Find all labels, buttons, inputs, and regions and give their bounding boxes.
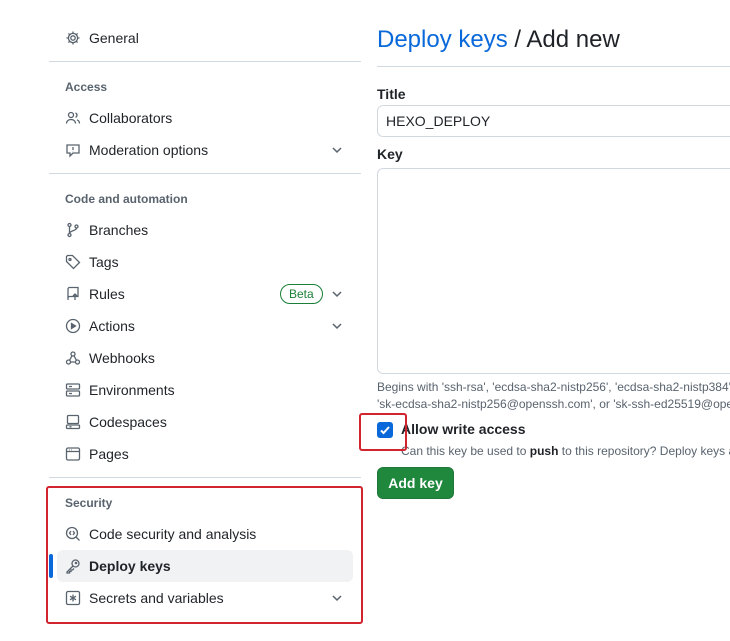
chevron-down-icon[interactable] (329, 286, 345, 302)
sidebar-item-label: Moderation options (89, 142, 209, 158)
allow-write-label[interactable]: Allow write access (401, 421, 526, 437)
sidebar-item-label: Branches (89, 222, 149, 238)
add-key-button[interactable]: Add key (377, 467, 454, 499)
sidebar-item-label: Tags (89, 254, 119, 270)
page-title: Deploy keys / Add new (377, 26, 620, 54)
sidebar-item-label: Environments (89, 382, 175, 398)
sidebar-item-label: General (89, 30, 139, 46)
sidebar-item-label: Codespaces (89, 414, 167, 430)
deploy-keys-link[interactable]: Deploy keys (377, 26, 508, 53)
gear-icon (65, 30, 81, 46)
codespaces-icon (65, 414, 81, 430)
git-branch-icon (65, 222, 81, 238)
note-text: to this repository? Deploy keys a (558, 444, 730, 458)
play-icon (65, 318, 81, 334)
sidebar-item-label: Collaborators (89, 110, 173, 126)
note-push-text: push (529, 444, 559, 458)
beta-badge: Beta (280, 284, 323, 304)
sidebar-item-branches[interactable]: Branches (57, 214, 353, 246)
sidebar-item-codespaces[interactable]: Codespaces (57, 406, 353, 438)
sidebar-item-label: Actions (89, 318, 135, 334)
server-icon (65, 382, 81, 398)
people-icon (65, 110, 81, 126)
chevron-down-icon[interactable] (329, 318, 345, 334)
section-heading-code-automation: Code and automation (65, 192, 188, 206)
sidebar-item-label: Pages (89, 446, 129, 462)
checkbox-highlight-box (359, 413, 407, 451)
title-label: Title (377, 86, 406, 102)
key-textarea[interactable] (377, 168, 730, 374)
key-label: Key (377, 146, 403, 162)
webhook-icon (65, 350, 81, 366)
note-text: Can this key be used to (401, 444, 530, 458)
browser-icon (65, 446, 81, 462)
sidebar-item-collaborators[interactable]: Collaborators (57, 102, 353, 134)
sidebar-item-label: Webhooks (89, 350, 155, 366)
tag-icon (65, 254, 81, 270)
chevron-down-icon[interactable] (329, 142, 345, 158)
comment-report-icon (65, 142, 81, 158)
sidebar-divider (49, 61, 361, 62)
sidebar-item-general[interactable]: General (57, 22, 353, 54)
sidebar-item-environments[interactable]: Environments (57, 374, 353, 406)
section-heading-access: Access (65, 80, 108, 94)
key-help-line-2: 'sk-ecdsa-sha2-nistp256@openssh.com', or… (377, 397, 730, 411)
sidebar-item-moderation-options[interactable]: Moderation options (57, 134, 353, 166)
security-highlight-box (46, 486, 363, 624)
sidebar-item-tags[interactable]: Tags (57, 246, 353, 278)
sidebar-item-webhooks[interactable]: Webhooks (57, 342, 353, 374)
sidebar-divider (49, 173, 361, 174)
main-content: Deploy keys / Add new Title HEXO_DEPLOY … (377, 0, 730, 641)
title-divider (377, 66, 730, 67)
key-help-line-1: Begins with 'ssh-rsa', 'ecdsa-sha2-nistp… (377, 380, 730, 394)
sidebar-item-pages[interactable]: Pages (57, 438, 353, 470)
repo-push-icon (65, 286, 81, 302)
allow-write-note: Can this key be used to push to this rep… (401, 444, 730, 458)
title-input[interactable]: HEXO_DEPLOY (377, 105, 730, 137)
sidebar-divider (49, 477, 361, 478)
settings-sidebar: General Access Collaborators Moderation … (0, 0, 363, 641)
page-title-suffix: / Add new (507, 26, 620, 53)
sidebar-item-actions[interactable]: Actions (57, 310, 353, 342)
